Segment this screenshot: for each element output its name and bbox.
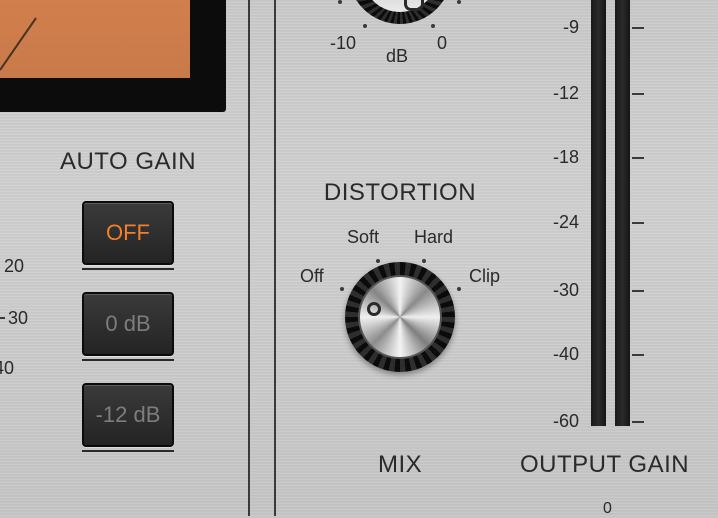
distortion-scale-dot: [376, 259, 380, 263]
auto-gain-minus12db-button[interactable]: -12 dB: [82, 383, 174, 447]
auto-gain-minus12db-underline: [82, 450, 174, 452]
meter-scale-label: -40: [552, 344, 579, 364]
meter-scale-label: -12: [552, 83, 579, 103]
meter-tick: [632, 157, 644, 159]
meter-tick: [632, 27, 644, 29]
distortion-title: DISTORTION: [323, 179, 477, 206]
meter-scale-label: -24: [552, 212, 579, 232]
left-scale-label: 30: [8, 308, 29, 328]
auto-gain-off-button[interactable]: OFF: [82, 201, 174, 265]
distortion-scale-dot: [457, 287, 461, 291]
left-scale-label: 40: [0, 358, 15, 378]
distortion-scale-dot: [422, 259, 426, 263]
auto-gain-off-underline: [82, 268, 174, 270]
knob-scale-dot: [363, 24, 367, 28]
knob-scale-dot: [431, 24, 435, 28]
distortion-label-clip: Clip: [469, 266, 501, 286]
left-scale-label: 20: [4, 256, 25, 276]
meter-tick: [632, 354, 644, 356]
mix-title: MIX: [378, 451, 423, 478]
gain-display: [0, 0, 190, 78]
output-meter-left: [591, 0, 606, 426]
auto-gain-0db-button[interactable]: 0 dB: [82, 292, 174, 356]
meter-scale-label: -60: [552, 411, 579, 431]
knob-scale-dot: [457, 0, 461, 4]
meter-tick: [632, 93, 644, 95]
distortion-knob-cap: [358, 275, 442, 359]
meter-scale-label: -18: [552, 147, 579, 167]
input-knob-min-label: -10: [330, 33, 357, 53]
meter-tick: [632, 421, 644, 423]
auto-gain-0db-underline: [82, 359, 174, 361]
meter-scale-label: -9: [562, 17, 579, 37]
distortion-knob-indicator: [367, 302, 381, 316]
distortion-label-off: Off: [300, 266, 324, 286]
meter-tick: [632, 290, 644, 292]
distortion-label-soft: Soft: [347, 227, 380, 247]
meter-tick: [632, 222, 644, 224]
meter-scale-label: -30: [552, 280, 579, 300]
gain-curve: [0, 17, 37, 71]
input-knob-max-label: 0: [437, 33, 448, 53]
distortion-scale-dot: [340, 287, 344, 291]
input-gain-indicator: [404, 0, 424, 11]
section-divider: [248, 0, 250, 516]
left-scale-tick: [0, 317, 5, 319]
output-meter-right: [615, 0, 630, 426]
auto-gain-title: AUTO GAIN: [59, 148, 197, 175]
output-gain-title: OUTPUT GAIN: [520, 451, 690, 478]
distortion-label-hard: Hard: [414, 227, 454, 247]
knob-scale-dot: [338, 0, 342, 4]
input-knob-unit-label: dB: [386, 46, 409, 66]
output-gain-value-label: 0: [603, 500, 612, 517]
section-divider: [274, 0, 276, 516]
